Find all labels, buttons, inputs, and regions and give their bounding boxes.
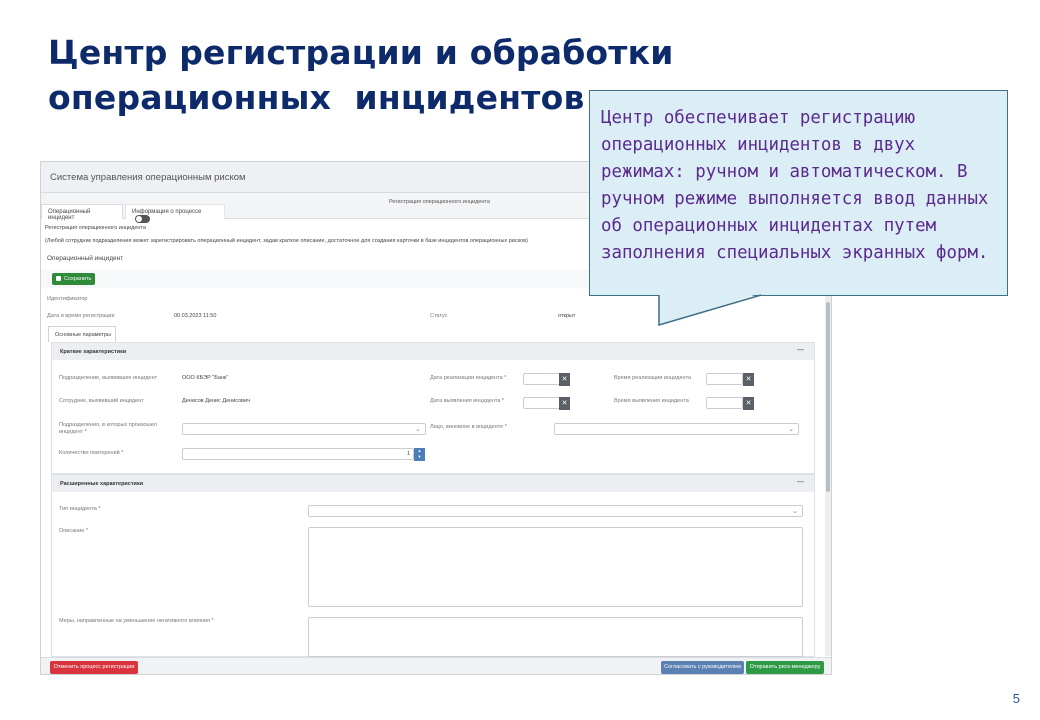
- repeats-label: Количество повторений *: [59, 450, 124, 456]
- process-info-toggle[interactable]: [135, 215, 150, 223]
- callout-text: Центр обеспечивает регистрацию операцион…: [601, 108, 989, 263]
- reg-date-label: Дата и время регистрации: [47, 313, 115, 319]
- measures-label: Меры, направленные на уменьшение негатив…: [59, 618, 214, 624]
- breadcrumb: Регистрация операционного инцидента: [45, 225, 146, 231]
- registration-hint: (Любой сотрудник подразделения может зар…: [45, 238, 528, 244]
- detect-time-input[interactable]: [706, 397, 743, 409]
- chevron-down-icon: ⌄: [415, 426, 421, 433]
- approve-with-manager-button[interactable]: Согласовать с руководителем: [661, 661, 744, 674]
- callout-tail: [658, 293, 762, 327]
- clear-realize-time-icon[interactable]: ✕: [743, 373, 754, 386]
- brief-panel-title: Краткие характеристики: [60, 349, 127, 355]
- save-button-label: Сохранить: [64, 276, 92, 282]
- realize-time-input[interactable]: [706, 373, 743, 385]
- callout-box: Центр обеспечивает регистрацию операцион…: [589, 90, 1008, 296]
- extended-panel-title: Расширенные характеристики: [60, 481, 144, 487]
- collapse-icon[interactable]: —: [797, 347, 804, 354]
- chevron-down-icon: ⌄: [792, 508, 798, 515]
- repeats-input[interactable]: 1: [182, 448, 414, 460]
- section-title: Операционный инцидент: [47, 255, 124, 262]
- affected-depts-select[interactable]: ⌄: [182, 423, 426, 435]
- form-footer: Отменить процесс регистрации Согласовать…: [41, 657, 831, 674]
- extended-panel-header[interactable]: Расширенные характеристики —: [52, 475, 814, 492]
- affected-depts-label: Подразделения, в которых произошел инцид…: [59, 422, 157, 435]
- send-to-risk-manager-button[interactable]: Отправить риск-менеджеру: [746, 661, 824, 674]
- scrollbar[interactable]: [825, 296, 831, 656]
- clear-detect-date-icon[interactable]: ✕: [559, 397, 570, 410]
- tab-operational-incident[interactable]: Операционный инцидент: [41, 204, 123, 221]
- reg-date-value: 00.03.2023 11:50: [174, 313, 217, 319]
- save-icon: [56, 276, 61, 281]
- clear-realize-date-icon[interactable]: ✕: [559, 373, 570, 386]
- persons-label: Лицо, виновное в инциденте *: [430, 424, 507, 430]
- repeats-stepper[interactable]: ▲ ▼: [414, 448, 425, 461]
- id-label: Идентификатор: [47, 296, 88, 302]
- chevron-down-icon: ⌄: [788, 426, 794, 433]
- page-number: 5: [1012, 691, 1020, 706]
- clear-detect-time-icon[interactable]: ✕: [743, 397, 754, 410]
- slide-title-line-1: Центр регистрации и обработки: [48, 33, 674, 72]
- measures-textarea[interactable]: [308, 617, 803, 657]
- incident-type-label: Тип инцидента *: [59, 506, 101, 512]
- realize-date-input[interactable]: [523, 373, 560, 385]
- cancel-registration-button[interactable]: Отменить процесс регистрации: [50, 661, 138, 674]
- employee-label: Сотрудник, выявивший инцидент: [59, 398, 144, 404]
- tab-operational-incident-label: Операционный инцидент: [48, 209, 91, 221]
- dept-value: ООО КБЭР "Банк": [182, 375, 229, 381]
- detect-time-label: Время выявления инцидента: [614, 398, 689, 404]
- employee-value: Денисов Денис Денисович: [182, 398, 251, 404]
- incident-type-select[interactable]: ⌄: [308, 505, 803, 517]
- brief-panel-header[interactable]: Краткие характеристики —: [52, 343, 814, 360]
- persons-select[interactable]: ⌄: [554, 423, 799, 435]
- tab-main-parameters[interactable]: Основные параметры: [48, 326, 116, 342]
- detect-date-input[interactable]: [523, 397, 560, 409]
- repeats-value: 1: [406, 451, 410, 457]
- realize-date-label: Дата реализации инцидента *: [430, 375, 507, 381]
- status-label: Статус: [430, 313, 448, 319]
- tab-process-info[interactable]: Информация о процессе: [125, 204, 225, 223]
- status-value: открыт: [558, 313, 576, 319]
- description-label: Описание *: [59, 528, 88, 534]
- detect-date-label: Дата выявления инцидента *: [430, 398, 505, 404]
- dept-label: Подразделение, выявившее инцидент: [59, 375, 158, 381]
- realize-time-label: Время реализации инцидента: [614, 375, 692, 381]
- form-caption: Регистрация операционного инцидента: [389, 199, 490, 205]
- save-button[interactable]: Сохранить: [52, 273, 95, 285]
- description-textarea[interactable]: [308, 527, 803, 607]
- brief-panel: Краткие характеристики —: [51, 342, 815, 474]
- collapse-icon[interactable]: —: [797, 479, 804, 486]
